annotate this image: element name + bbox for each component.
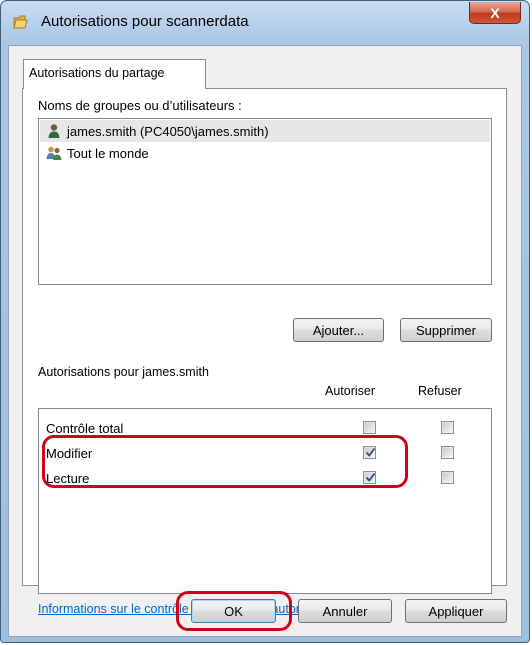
close-button[interactable]: X (469, 2, 521, 24)
cancel-button[interactable]: Annuler (298, 599, 392, 623)
permission-name: Modifier (46, 446, 93, 461)
allow-checkbox-modify[interactable] (363, 446, 376, 459)
checkmark-icon (365, 472, 376, 482)
permission-row-modify: Modifier (39, 443, 491, 465)
tab-panel: Noms de groupes ou d’utilisateurs : jame… (22, 88, 507, 616)
tab-share-permissions[interactable]: Autorisations du partage (23, 59, 206, 89)
permission-row-full-control: Contrôle total (39, 418, 491, 440)
remove-button[interactable]: Supprimer (400, 318, 492, 342)
list-item-label: james.smith (PC4050\james.smith) (67, 123, 269, 139)
list-item-label: Tout le monde (67, 145, 149, 161)
permissions-list: Contrôle total Modifier Lecture (38, 408, 492, 594)
user-icon (46, 123, 62, 139)
deny-column-header: Refuser (418, 384, 462, 398)
list-item-james-smith[interactable]: james.smith (PC4050\james.smith) (40, 120, 490, 142)
window-title: Autorisations pour scannerdata (41, 13, 249, 30)
checkmark-icon (365, 447, 376, 457)
deny-checkbox-modify[interactable] (441, 446, 454, 459)
add-button[interactable]: Ajouter... (293, 318, 384, 342)
close-icon: X (490, 4, 500, 21)
ok-button[interactable]: OK (191, 599, 276, 623)
permission-row-read: Lecture (39, 468, 491, 490)
list-item-everyone[interactable]: Tout le monde (40, 142, 490, 164)
tab-label: Autorisations du partage (29, 66, 165, 80)
deny-checkbox-read[interactable] (441, 471, 454, 484)
permission-name: Contrôle total (46, 421, 124, 436)
title-bar[interactable]: Autorisations pour scannerdata X (1, 1, 529, 45)
dialog-client-area: Autorisations du partage Noms de groupes… (8, 45, 522, 637)
groups-label: Noms de groupes ou d’utilisateurs : (38, 98, 242, 113)
apply-button[interactable]: Appliquer (405, 599, 507, 623)
permission-name: Lecture (46, 471, 90, 486)
deny-checkbox-full-control[interactable] (441, 421, 454, 434)
dialog-window: Autorisations pour scannerdata X Autoris… (0, 0, 530, 643)
allow-checkbox-full-control[interactable] (363, 421, 376, 434)
groups-listbox[interactable]: james.smith (PC4050\james.smith) Tout le… (38, 118, 492, 285)
allow-checkbox-read[interactable] (363, 471, 376, 484)
allow-column-header: Autoriser (325, 384, 376, 398)
users-group-icon (46, 145, 62, 161)
folder-icon (13, 14, 31, 30)
permissions-label: Autorisations pour james.smith (38, 365, 209, 379)
